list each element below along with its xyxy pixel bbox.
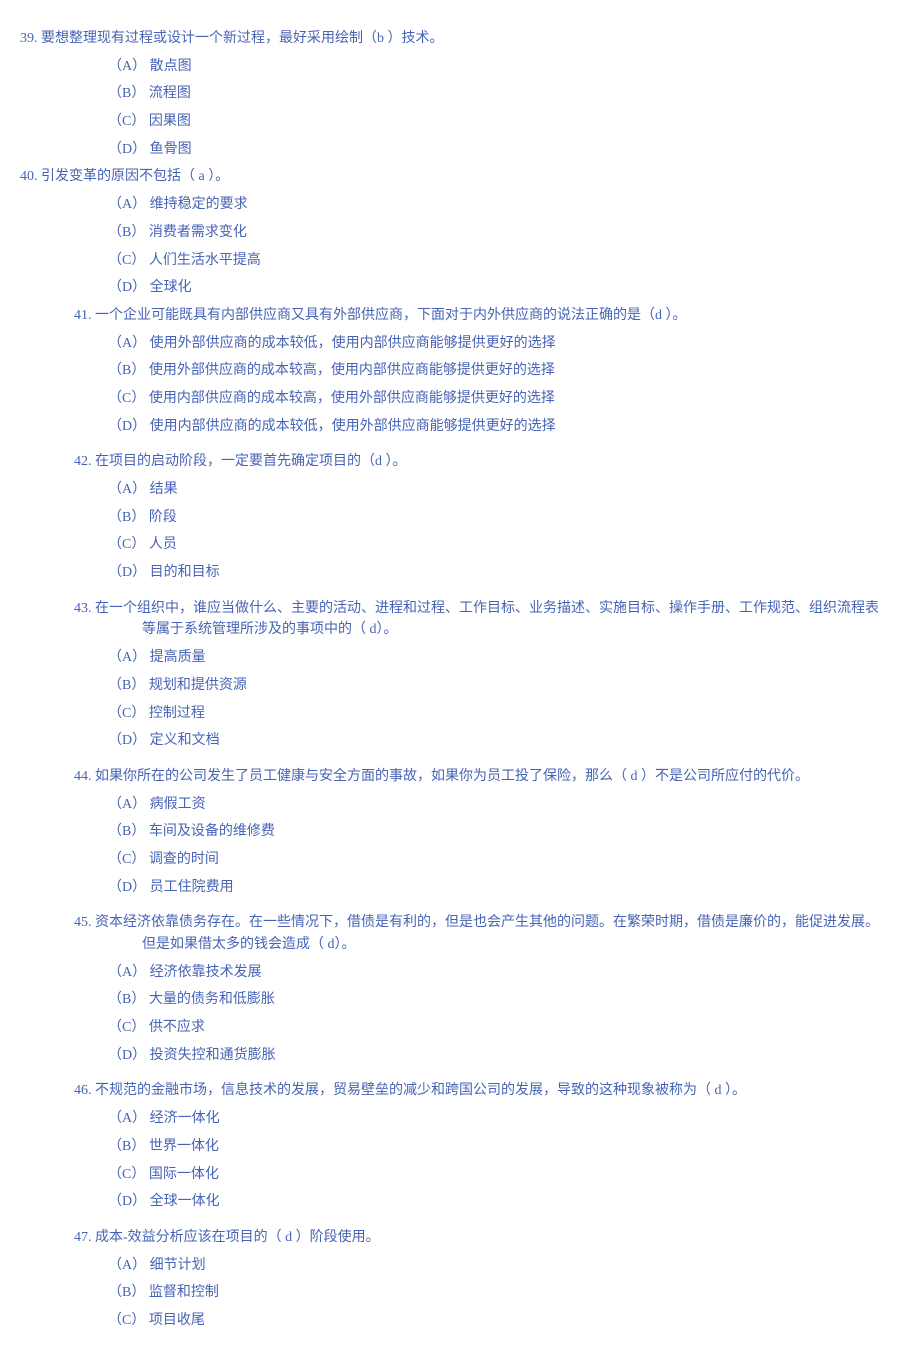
question-stem: 44. 如果你所在的公司发生了员工健康与安全方面的事故，如果你为员工投了保险，那… — [20, 766, 900, 788]
answer-option: （A） 经济一体化 — [20, 1108, 900, 1130]
question-text: 要想整理现有过程或设计一个新过程，最好采用绘制（b ）技术。 — [38, 31, 444, 46]
answer-option: （A） 病假工资 — [20, 794, 900, 816]
answer-option: （C） 国际一体化 — [20, 1164, 900, 1186]
question-block: 39. 要想整理现有过程或设计一个新过程，最好采用绘制（b ）技术。 （A） 散点… — [20, 28, 900, 160]
answer-option: （C） 人员 — [20, 534, 900, 556]
question-number: 39. — [20, 31, 38, 46]
answer-option: （B） 阶段 — [20, 507, 900, 529]
answer-option: （B） 使用外部供应商的成本较高，使用内部供应商能够提供更好的选择 — [20, 360, 900, 382]
answer-option: （C） 供不应求 — [20, 1017, 900, 1039]
question-stem: 47. 成本-效益分析应该在项目的（ d ）阶段使用。 — [20, 1227, 900, 1249]
answer-option: （D） 全球化 — [20, 277, 900, 299]
answer-option: （A） 结果 — [20, 479, 900, 501]
question-block: 47. 成本-效益分析应该在项目的（ d ）阶段使用。 （A） 细节计划 （B） 监… — [20, 1227, 900, 1332]
question-stem: 42. 在项目的启动阶段，一定要首先确定项目的（d ）。 — [20, 451, 900, 473]
question-stem: 43. 在一个组织中，谁应当做什么、主要的活动、进程和过程、工作目标、业务描述、… — [20, 598, 900, 641]
answer-option: （D） 鱼骨图 — [20, 139, 900, 161]
spacer — [20, 590, 900, 598]
answer-option: （C） 使用内部供应商的成本较高，使用外部供应商能够提供更好的选择 — [20, 388, 900, 410]
question-number: 42. — [74, 454, 92, 469]
answer-option: （C） 控制过程 — [20, 703, 900, 725]
spacer — [20, 904, 900, 912]
answer-option: （A） 细节计划 — [20, 1255, 900, 1277]
spacer — [20, 758, 900, 766]
question-block: 40. 引发变革的原因不包括（ a ）。 （A） 维持稳定的要求 （B） 消费者需求… — [20, 166, 900, 298]
answer-option: （A） 散点图 — [20, 56, 900, 78]
answer-option: （A） 维持稳定的要求 — [20, 194, 900, 216]
spacer — [20, 443, 900, 451]
question-text: 如果你所在的公司发生了员工健康与安全方面的事故，如果你为员工投了保险，那么（ d… — [92, 769, 810, 784]
answer-option: （D） 定义和文档 — [20, 730, 900, 752]
answer-option: （D） 目的和目标 — [20, 562, 900, 584]
spacer — [20, 1219, 900, 1227]
answer-option: （C） 调查的时间 — [20, 849, 900, 871]
question-number: 46. — [74, 1083, 92, 1098]
question-number: 43. — [74, 601, 92, 616]
question-text: 在项目的启动阶段，一定要首先确定项目的（d ）。 — [92, 454, 407, 469]
question-text: 在一个组织中，谁应当做什么、主要的活动、进程和过程、工作目标、业务描述、实施目标… — [92, 601, 880, 638]
answer-option: （B） 监督和控制 — [20, 1282, 900, 1304]
answer-option: （C） 项目收尾 — [20, 1310, 900, 1332]
answer-option: （B） 消费者需求变化 — [20, 222, 900, 244]
question-number: 41. — [74, 308, 92, 323]
answer-option: （B） 规划和提供资源 — [20, 675, 900, 697]
answer-option: （A） 使用外部供应商的成本较低，使用内部供应商能够提供更好的选择 — [20, 333, 900, 355]
questions-container: 39. 要想整理现有过程或设计一个新过程，最好采用绘制（b ）技术。 （A） 散点… — [20, 28, 900, 1332]
question-stem: 40. 引发变革的原因不包括（ a ）。 — [20, 166, 900, 188]
question-block: 41. 一个企业可能既具有内部供应商又具有外部供应商，下面对于内外供应商的说法正… — [20, 305, 900, 437]
question-text: 不规范的金融市场，信息技术的发展，贸易壁垒的减少和跨国公司的发展，导致的这种现象… — [92, 1083, 747, 1098]
answer-option: （B） 车间及设备的维修费 — [20, 821, 900, 843]
answer-option: （C） 人们生活水平提高 — [20, 250, 900, 272]
question-text: 一个企业可能既具有内部供应商又具有外部供应商，下面对于内外供应商的说法正确的是（… — [92, 308, 687, 323]
question-number: 47. — [74, 1230, 92, 1245]
question-stem: 41. 一个企业可能既具有内部供应商又具有外部供应商，下面对于内外供应商的说法正… — [20, 305, 900, 327]
question-text: 资本经济依靠债务存在。在一些情况下，借债是有利的，但是也会产生其他的问题。在繁荣… — [92, 915, 880, 952]
answer-option: （D） 全球一体化 — [20, 1191, 900, 1213]
spacer — [20, 1072, 900, 1080]
question-number: 45. — [74, 915, 92, 930]
answer-option: （A） 经济依靠技术发展 — [20, 962, 900, 984]
question-block: 45. 资本经济依靠债务存在。在一些情况下，借债是有利的，但是也会产生其他的问题… — [20, 912, 900, 1066]
question-text: 引发变革的原因不包括（ a ）。 — [38, 169, 230, 184]
question-block: 42. 在项目的启动阶段，一定要首先确定项目的（d ）。 （A） 结果 （B） 阶段… — [20, 451, 900, 583]
question-stem: 39. 要想整理现有过程或设计一个新过程，最好采用绘制（b ）技术。 — [20, 28, 900, 50]
answer-option: （D） 使用内部供应商的成本较低，使用外部供应商能够提供更好的选择 — [20, 416, 900, 438]
question-stem: 46. 不规范的金融市场，信息技术的发展，贸易壁垒的减少和跨国公司的发展，导致的… — [20, 1080, 900, 1102]
answer-option: （D） 员工住院费用 — [20, 877, 900, 899]
question-number: 44. — [74, 769, 92, 784]
answer-option: （B） 世界一体化 — [20, 1136, 900, 1158]
answer-option: （A） 提高质量 — [20, 647, 900, 669]
question-text: 成本-效益分析应该在项目的（ d ）阶段使用。 — [92, 1230, 380, 1245]
answer-option: （C） 因果图 — [20, 111, 900, 133]
question-block: 43. 在一个组织中，谁应当做什么、主要的活动、进程和过程、工作目标、业务描述、… — [20, 598, 900, 752]
question-stem: 45. 资本经济依靠债务存在。在一些情况下，借债是有利的，但是也会产生其他的问题… — [20, 912, 900, 955]
question-number: 40. — [20, 169, 38, 184]
question-block: 46. 不规范的金融市场，信息技术的发展，贸易壁垒的减少和跨国公司的发展，导致的… — [20, 1080, 900, 1212]
answer-option: （B） 流程图 — [20, 83, 900, 105]
answer-option: （B） 大量的债务和低膨胀 — [20, 989, 900, 1011]
question-block: 44. 如果你所在的公司发生了员工健康与安全方面的事故，如果你为员工投了保险，那… — [20, 766, 900, 898]
answer-option: （D） 投资失控和通货膨胀 — [20, 1045, 900, 1067]
